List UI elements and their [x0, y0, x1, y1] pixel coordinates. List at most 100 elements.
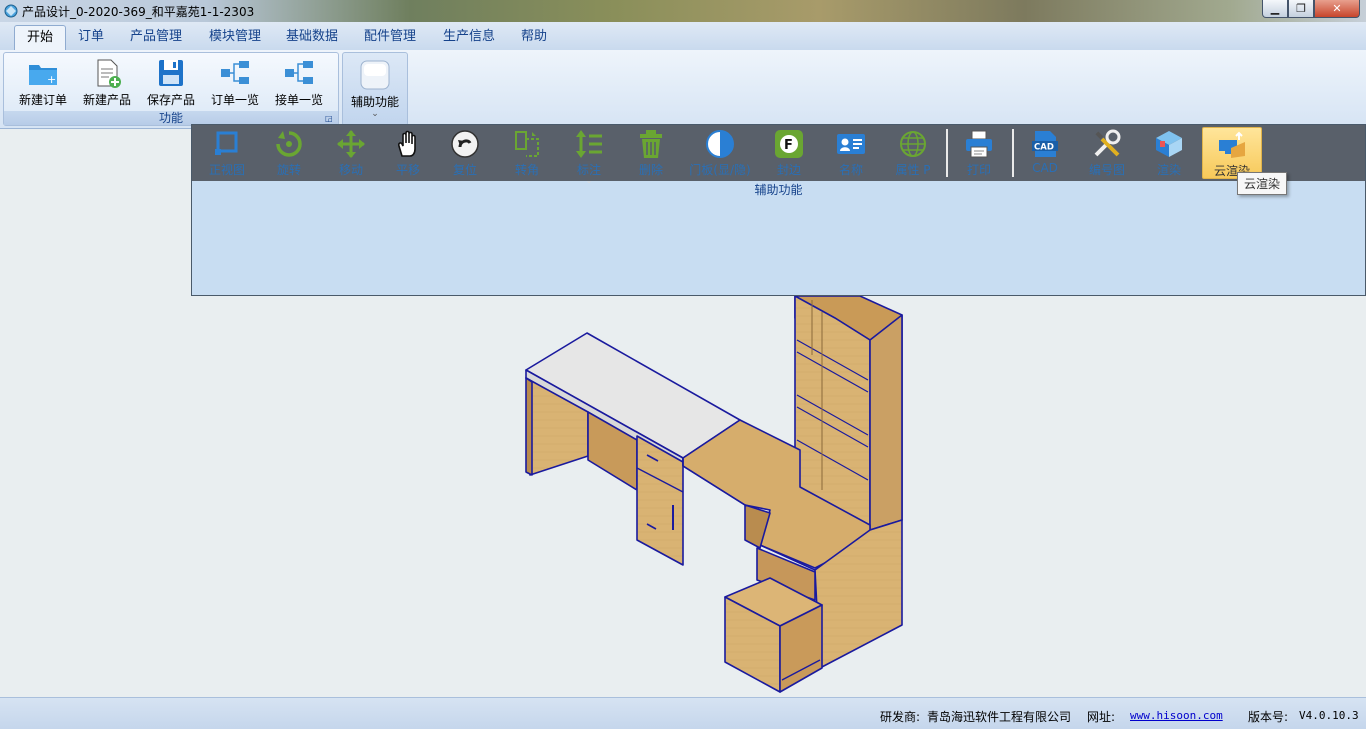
folder-plus-icon: +	[29, 65, 57, 86]
group-function-label: 功能	[4, 111, 338, 125]
developer-name: 青岛海迅软件工程有限公司	[927, 710, 1072, 724]
door-toggle-label: 门板(显/隐)	[689, 163, 751, 177]
received-order-list-button[interactable]: 接单一览	[268, 57, 330, 108]
name-card-icon	[837, 134, 865, 154]
name-label: 名称	[838, 163, 863, 177]
tab-accessory-management[interactable]: 配件管理	[352, 25, 428, 50]
save-product-button[interactable]: 保存产品	[140, 57, 202, 108]
delete-label: 删除	[638, 163, 663, 177]
printer-icon	[966, 130, 992, 158]
half-circle-icon	[706, 130, 734, 158]
app-icon	[4, 4, 18, 18]
order-list-button[interactable]: 订单一览	[204, 57, 266, 108]
new-product-label: 新建产品	[82, 93, 131, 107]
tab-help[interactable]: 帮助	[509, 25, 559, 50]
move-icon	[337, 130, 365, 158]
aux-function-button[interactable]: 辅助功能 ⌄	[344, 59, 406, 119]
tab-start[interactable]: 开始	[14, 25, 67, 50]
minimize-button[interactable]: ▁	[1262, 0, 1288, 18]
developer-label: 研发商:	[880, 710, 921, 724]
reset-button[interactable]: 复位	[434, 127, 496, 179]
new-order-button[interactable]: + 新建订单	[12, 57, 74, 108]
svg-text:+: +	[47, 73, 56, 86]
trash-icon	[640, 130, 662, 158]
numbering-drawing-button[interactable]: 编号图	[1076, 127, 1138, 179]
cad-label: CAD	[1032, 161, 1058, 175]
aux-function-icon	[360, 60, 390, 90]
edge-banding-label: 封边	[776, 163, 801, 177]
tab-production-info[interactable]: 生产信息	[431, 25, 507, 50]
version-label: 版本号:	[1248, 710, 1289, 724]
maximize-button[interactable]: ❐	[1288, 0, 1314, 18]
status-bar: 研发商: 青岛海迅软件工程有限公司 网址: www.hisoon.com 版本号…	[0, 697, 1366, 729]
print-button[interactable]: 打印	[948, 127, 1010, 179]
rotate-button[interactable]: 旋转	[258, 127, 320, 179]
svg-text:CAD: CAD	[1034, 143, 1054, 153]
corner-button[interactable]: 转角	[496, 127, 558, 179]
title-bar: 产品设计_0-2020-369_和平嘉苑1-1-2303 ▁ ❐ ✕	[0, 0, 1366, 22]
edge-banding-button[interactable]: F 封边	[758, 127, 820, 179]
front-view-icon	[215, 131, 238, 155]
window-controls: ▁ ❐ ✕	[1262, 0, 1360, 18]
ribbon: + 新建订单 新建产品 保存产品 订单一览 接单一览 功能 ◲ 辅助功能 ⌄	[0, 50, 1366, 129]
aux-function-label: 辅助功能	[350, 95, 399, 109]
tab-product-management[interactable]: 产品管理	[118, 25, 194, 50]
properties-label: 属性 P	[895, 163, 931, 177]
new-product-button[interactable]: 新建产品	[76, 57, 138, 108]
aux-function-arrow: ⌄	[371, 109, 379, 119]
dimension-icon	[576, 130, 602, 158]
save-product-label: 保存产品	[146, 93, 195, 107]
pan-label: 平移	[395, 163, 420, 177]
render-button[interactable]: 渲染	[1138, 127, 1200, 179]
properties-button[interactable]: 属性 P	[882, 127, 944, 179]
menu-tabs: 开始 订单 产品管理 模块管理 基础数据 配件管理 生产信息 帮助	[0, 22, 1366, 50]
document-plus-icon	[97, 59, 121, 88]
corner-icon	[515, 131, 539, 157]
save-icon	[159, 60, 183, 86]
name-button[interactable]: 名称	[820, 127, 882, 179]
ribbon-group-aux: 辅助功能 ⌄	[342, 52, 408, 126]
aux-toolbar-label: 辅助功能	[754, 183, 803, 197]
cad-icon: CAD	[1032, 131, 1058, 157]
edge-banding-icon: F	[775, 130, 803, 158]
close-button[interactable]: ✕	[1314, 0, 1360, 18]
received-order-list-label: 接单一览	[274, 93, 323, 107]
pan-button[interactable]: 平移	[377, 127, 439, 179]
globe-icon	[900, 131, 926, 157]
dialog-launcher-icon[interactable]: ◲	[325, 114, 335, 124]
front-view-label: 正视图	[208, 163, 245, 177]
tree-icon	[221, 61, 249, 84]
rotate-icon	[276, 131, 302, 157]
cloud-render-tooltip: 云渲染	[1237, 172, 1288, 195]
website-link[interactable]: www.hisoon.com	[1130, 709, 1223, 722]
website-label: 网址:	[1087, 710, 1116, 724]
tab-base-data[interactable]: 基础数据	[274, 25, 350, 50]
door-toggle-button[interactable]: 门板(显/隐)	[688, 127, 752, 179]
tab-order[interactable]: 订单	[66, 25, 116, 50]
front-view-button[interactable]: 正视图	[196, 127, 258, 179]
aux-toolbar-panel: 正视图 旋转 移动 平移 复位 转角 标注 ⌄ 删除 门板(显/隐) F 封边 …	[191, 124, 1366, 296]
tab-module-management[interactable]: 模块管理	[197, 25, 273, 50]
dimension-button[interactable]: 标注 ⌄	[558, 127, 620, 185]
delete-button[interactable]: 删除	[620, 127, 682, 179]
corner-label: 转角	[514, 163, 539, 177]
window-title: 产品设计_0-2020-369_和平嘉苑1-1-2303	[22, 5, 255, 19]
tools-icon	[1094, 129, 1121, 157]
print-label: 打印	[966, 163, 991, 177]
aux-toolstrip: 正视图 旋转 移动 平移 复位 转角 标注 ⌄ 删除 门板(显/隐) F 封边 …	[192, 125, 1365, 185]
version-number: V4.0.10.3	[1299, 709, 1359, 722]
move-button[interactable]: 移动	[320, 127, 382, 179]
reset-icon	[451, 130, 479, 158]
ribbon-group-function: + 新建订单 新建产品 保存产品 订单一览 接单一览 功能 ◲	[3, 52, 339, 126]
new-order-label: 新建订单	[18, 93, 67, 107]
order-list-label: 订单一览	[210, 93, 259, 107]
numbering-drawing-label: 编号图	[1088, 163, 1125, 177]
cad-button[interactable]: CAD CAD	[1014, 127, 1076, 179]
cloud-render-icon	[1219, 131, 1245, 158]
move-label: 移动	[338, 163, 363, 177]
render-icon	[1156, 131, 1182, 157]
render-label: 渲染	[1156, 163, 1181, 177]
rotate-label: 旋转	[276, 163, 301, 177]
svg-text:F: F	[784, 138, 793, 153]
reset-label: 复位	[452, 163, 477, 177]
